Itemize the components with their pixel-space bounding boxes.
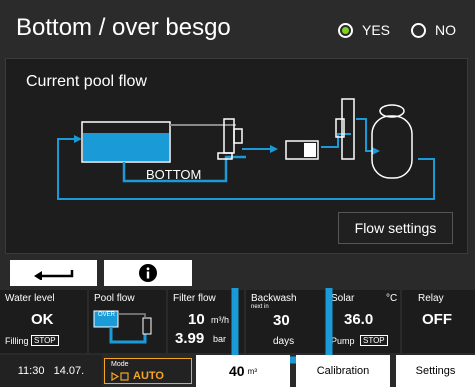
clock-time: 11:30 <box>17 365 45 377</box>
no-radio[interactable] <box>411 23 426 38</box>
calibration-button[interactable]: Calibration <box>296 355 390 387</box>
volume-value: 40 <box>229 363 245 379</box>
filter-flow-unit: m³/h <box>211 315 229 325</box>
bottom-label: BOTTOM <box>146 167 202 182</box>
pool-flow-label: Pool flow <box>94 293 135 304</box>
no-label: NO <box>435 22 456 38</box>
relay-label: Relay <box>418 293 444 304</box>
return-line-left <box>57 138 80 189</box>
mode-play-icon <box>111 372 129 381</box>
pool-flow-panel: Current pool flow BOTTOM Flow settings <box>5 58 468 254</box>
filter-flow-value: 10 <box>188 311 205 328</box>
pool-flow-mini-label: OVER <box>98 312 116 318</box>
solar-unit: °C <box>386 293 398 304</box>
mode-button[interactable]: Mode AUTO <box>104 358 192 384</box>
mode-label: Mode <box>111 361 129 368</box>
pump-arrow <box>270 145 278 153</box>
filter-pressure-value: 3.99 <box>175 330 205 347</box>
water-level-label: Water level <box>5 293 55 304</box>
clock-area: 11:30 14.07. <box>0 355 102 387</box>
filter-flow-label: Filter flow <box>173 293 216 304</box>
pool-water <box>83 133 169 161</box>
filter-pressure-unit: bar <box>213 334 227 344</box>
flow-settings-button[interactable]: Flow settings <box>338 212 453 244</box>
return-arrow-left <box>74 135 82 143</box>
pool-flow-tile[interactable]: Pool flow OVER <box>89 290 166 353</box>
filling-status-badge: STOP <box>31 335 59 346</box>
solar-temperature-value: 36.0 <box>344 311 374 328</box>
settings-button[interactable]: Settings <box>396 355 475 387</box>
solar-tile[interactable]: Solar °C 36.0 Pump STOP <box>326 290 400 353</box>
yes-label: YES <box>362 22 391 38</box>
relay-tile[interactable]: Relay OFF <box>402 290 475 353</box>
info-icon <box>139 264 157 282</box>
filter-arrow <box>372 147 380 155</box>
water-level-tile[interactable]: Water level OK Filling STOP <box>0 290 87 353</box>
valve-cap <box>233 128 243 144</box>
settings-label: Settings <box>415 365 456 377</box>
relay-value: OFF <box>422 311 452 328</box>
pump-motor <box>304 143 316 157</box>
info-button[interactable] <box>104 260 192 286</box>
volume-unit: m³ <box>247 366 257 376</box>
mode-value: AUTO <box>133 370 164 382</box>
filter-tank <box>371 115 413 179</box>
back-arrow-icon <box>33 270 73 280</box>
water-level-value: OK <box>31 311 54 328</box>
page-title: Bottom / over besgo <box>16 14 231 41</box>
yes-radio[interactable] <box>338 23 353 38</box>
return-line-bottom <box>57 158 435 200</box>
back-button[interactable] <box>10 260 97 286</box>
clock-date: 14.07. <box>53 365 85 377</box>
volume-display[interactable]: 40 m³ <box>196 355 290 387</box>
filling-label: Filling <box>5 336 29 346</box>
calibration-label: Calibration <box>316 365 370 377</box>
filter-lid <box>379 104 405 118</box>
radio-selected-dot <box>342 27 349 34</box>
pump-status-badge: STOP <box>360 335 388 346</box>
